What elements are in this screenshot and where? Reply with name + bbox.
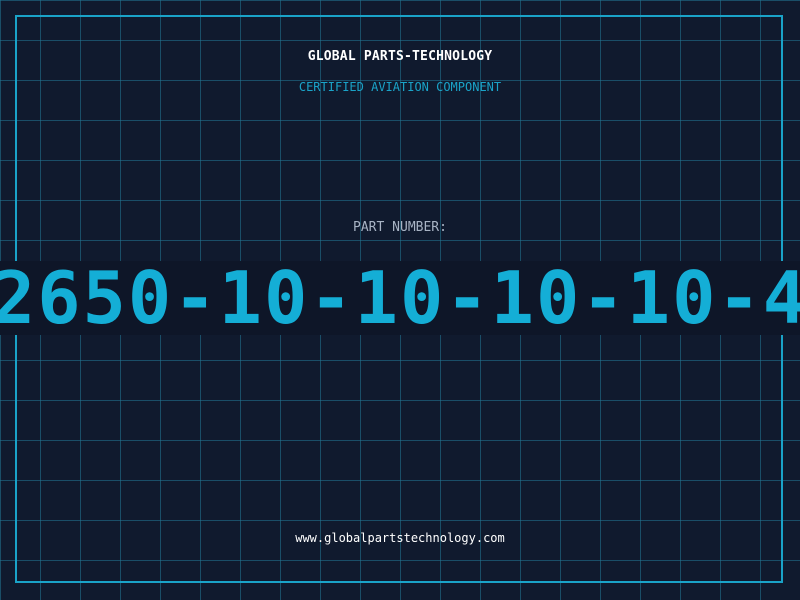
brand-name: GLOBAL PARTS-TECHNOLOGY [307,49,493,64]
part-label-card: GLOBAL PARTS-TECHNOLOGY CERTIFIED AVIATI… [0,0,800,600]
certification-subtitle: CERTIFIED AVIATION COMPONENT [298,80,502,94]
part-number-label: PART NUMBER: [353,220,447,235]
website-url: www.globalpartstechnology.com [295,531,505,545]
part-number-value: 2650-10-10-10-10-4 [0,256,800,340]
